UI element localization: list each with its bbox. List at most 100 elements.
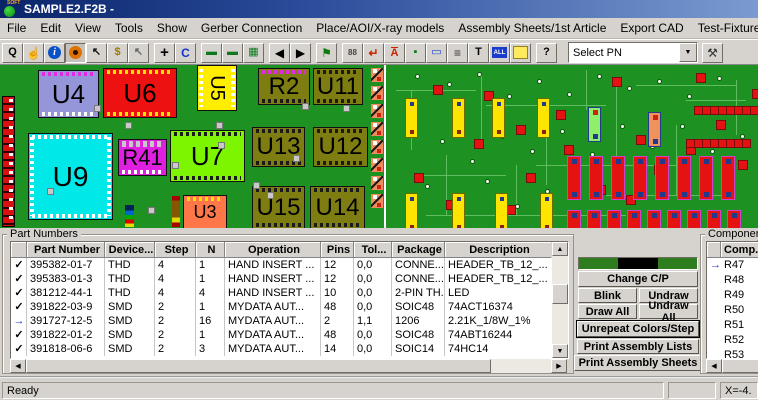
undraw-all-button[interactable]: Undraw All: [639, 300, 698, 324]
component-row[interactable]: R49: [707, 288, 758, 303]
pan-hand-icon[interactable]: ☝: [23, 42, 44, 63]
dip-pattern-icon[interactable]: 88: [342, 42, 363, 63]
menu-item[interactable]: Assembly Sheets/1st Article: [451, 19, 613, 37]
menu-item[interactable]: Export CAD: [613, 19, 690, 37]
select-pn-combobox[interactable]: Select PN ▼: [568, 42, 698, 63]
next-icon[interactable]: ▶: [290, 42, 311, 63]
dash-box-icon[interactable]: ▭: [426, 42, 447, 63]
cell-package: SOIC14: [392, 342, 445, 356]
pcb-component[interactable]: U6: [103, 68, 177, 118]
component-row[interactable]: R50: [707, 303, 758, 318]
target-icon[interactable]: [65, 42, 86, 63]
route-icon[interactable]: ↵: [363, 42, 384, 63]
select-cursor-icon[interactable]: ↖: [86, 42, 107, 63]
pin-icon[interactable]: T: [468, 42, 489, 63]
component-column-header[interactable]: Comp...: [721, 242, 758, 258]
pcb-component[interactable]: U9: [28, 133, 113, 220]
all-icon[interactable]: ALL: [489, 42, 510, 63]
pad-flat-icon[interactable]: ▬: [222, 42, 243, 63]
chip-component: [433, 85, 443, 95]
pcb-component[interactable]: U14: [310, 186, 365, 229]
menu-item[interactable]: View: [68, 19, 108, 37]
pad-small-icon[interactable]: ▪: [405, 42, 426, 63]
pcb-component[interactable]: U4: [38, 70, 99, 118]
pad-slope-icon[interactable]: ▬: [201, 42, 222, 63]
column-header[interactable]: N: [196, 242, 225, 258]
horizontal-scrollbar[interactable]: ◀ ▶: [10, 359, 567, 373]
column-header[interactable]: [11, 242, 27, 258]
pcb-component[interactable]: R41: [118, 139, 167, 176]
component-row[interactable]: R51: [707, 318, 758, 333]
table-row[interactable]: ✓ 391822-01-2 SMD 2 1 MYDATA AUT... 48 0…: [11, 328, 552, 342]
component-row[interactable]: R48: [707, 273, 758, 288]
column-header[interactable]: Tol...: [354, 242, 392, 258]
menu-item[interactable]: Test-Fixture: [691, 19, 758, 37]
price-cursor-icon[interactable]: $: [107, 42, 128, 63]
table-row[interactable]: ✓ 395383-01-3 THD 4 1 HAND INSERT ... 12…: [11, 272, 552, 286]
column-header[interactable]: Package: [392, 242, 445, 258]
board-layout-pane[interactable]: [386, 65, 758, 229]
column-header[interactable]: Part Number: [27, 242, 105, 258]
print-assembly-sheets-button[interactable]: Print Assembly Sheets: [574, 355, 702, 371]
menu-item[interactable]: Edit: [33, 19, 68, 37]
query-cursor-icon[interactable]: ↖: [128, 42, 149, 63]
move-icon[interactable]: +: [154, 42, 175, 63]
pad-grid-icon[interactable]: ▦: [243, 42, 264, 63]
scrollbar-thumb[interactable]: [722, 359, 758, 373]
pcb-component[interactable]: U15: [252, 186, 305, 229]
scroll-left-icon[interactable]: ◀: [10, 359, 26, 373]
table-row[interactable]: ✓ 391818-06-6 SMD 2 3 MYDATA AUT... 14 0…: [11, 342, 552, 356]
scroll-left-icon[interactable]: ◀: [706, 359, 722, 373]
connector-footprint: [371, 122, 383, 136]
row-mark-icon: ✓: [11, 286, 27, 300]
blink-button[interactable]: Blink: [578, 288, 637, 303]
part-outline-icon[interactable]: A: [384, 42, 405, 63]
change-cp-button[interactable]: Change C/P: [578, 271, 698, 287]
table-row[interactable]: → 391727-12-5 SMD 2 16 MYDATA AUT... 2 1…: [11, 314, 552, 328]
column-header[interactable]: Pins: [321, 242, 354, 258]
pcb-component[interactable]: U12: [313, 127, 368, 167]
menu-item[interactable]: Tools: [108, 19, 150, 37]
title-bar[interactable]: SOFT SAMPLE2.F2B -: [0, 0, 758, 18]
column-header[interactable]: Step: [155, 242, 196, 258]
zoom-icon[interactable]: Q: [2, 42, 23, 63]
pcb-component[interactable]: U7: [170, 130, 245, 182]
pcb-component[interactable]: U5: [197, 65, 237, 111]
column-header[interactable]: Description: [445, 242, 551, 258]
hammer-tool-icon[interactable]: ⚒: [702, 42, 723, 63]
table-row[interactable]: ✓ 391822-03-9 SMD 2 1 MYDATA AUT... 48 0…: [11, 300, 552, 314]
print-assembly-lists-button[interactable]: Print Assembly Lists: [577, 339, 699, 354]
info-icon[interactable]: i: [44, 42, 65, 63]
pcb-component[interactable]: R2: [258, 68, 310, 105]
chevron-down-icon[interactable]: ▼: [679, 43, 697, 62]
scrollbar-thumb[interactable]: [26, 359, 491, 373]
pcb-component[interactable]: U11: [313, 68, 363, 105]
align-icon[interactable]: ≡: [447, 42, 468, 63]
vertical-scrollbar[interactable]: ▲ ▼: [552, 242, 568, 358]
pcb-component[interactable]: U3: [183, 195, 227, 229]
help-cursor-icon[interactable]: ?: [536, 42, 557, 63]
unrepeat-colors-step-button[interactable]: Unrepeat Colors/Step: [576, 320, 700, 338]
rotate-icon[interactable]: C: [175, 42, 196, 63]
menu-item[interactable]: Place/AOI/X-ray models: [309, 19, 451, 37]
menu-item[interactable]: Show: [150, 19, 194, 37]
scrollbar-thumb[interactable]: [552, 284, 568, 304]
pcb-view[interactable]: U4 U6 U5 R2 U11 U9 R41 U7 U13 U12 U3 U15…: [0, 64, 758, 229]
component-row[interactable]: R52: [707, 333, 758, 348]
component-row[interactable]: R53: [707, 348, 758, 358]
note-icon[interactable]: [510, 42, 531, 63]
component-row[interactable]: → R47: [707, 258, 758, 273]
flag-icon[interactable]: ⚑: [316, 42, 337, 63]
menu-item[interactable]: File: [0, 19, 33, 37]
horizontal-scrollbar[interactable]: ◀: [706, 359, 758, 373]
scroll-down-icon[interactable]: ▼: [552, 344, 568, 358]
column-header[interactable]: Operation: [225, 242, 321, 258]
prev-icon[interactable]: ◀: [269, 42, 290, 63]
table-row[interactable]: ✓ 395382-01-7 THD 4 1 HAND INSERT ... 12…: [11, 258, 552, 272]
column-header[interactable]: Device...: [105, 242, 155, 258]
draw-all-button[interactable]: Draw All: [578, 304, 637, 319]
menu-item[interactable]: Gerber Connection: [194, 19, 309, 37]
table-row[interactable]: ✓ 381212-44-1 THD 4 4 HAND INSERT ... 10…: [11, 286, 552, 300]
scroll-up-icon[interactable]: ▲: [552, 242, 568, 256]
scroll-right-icon[interactable]: ▶: [551, 359, 567, 373]
